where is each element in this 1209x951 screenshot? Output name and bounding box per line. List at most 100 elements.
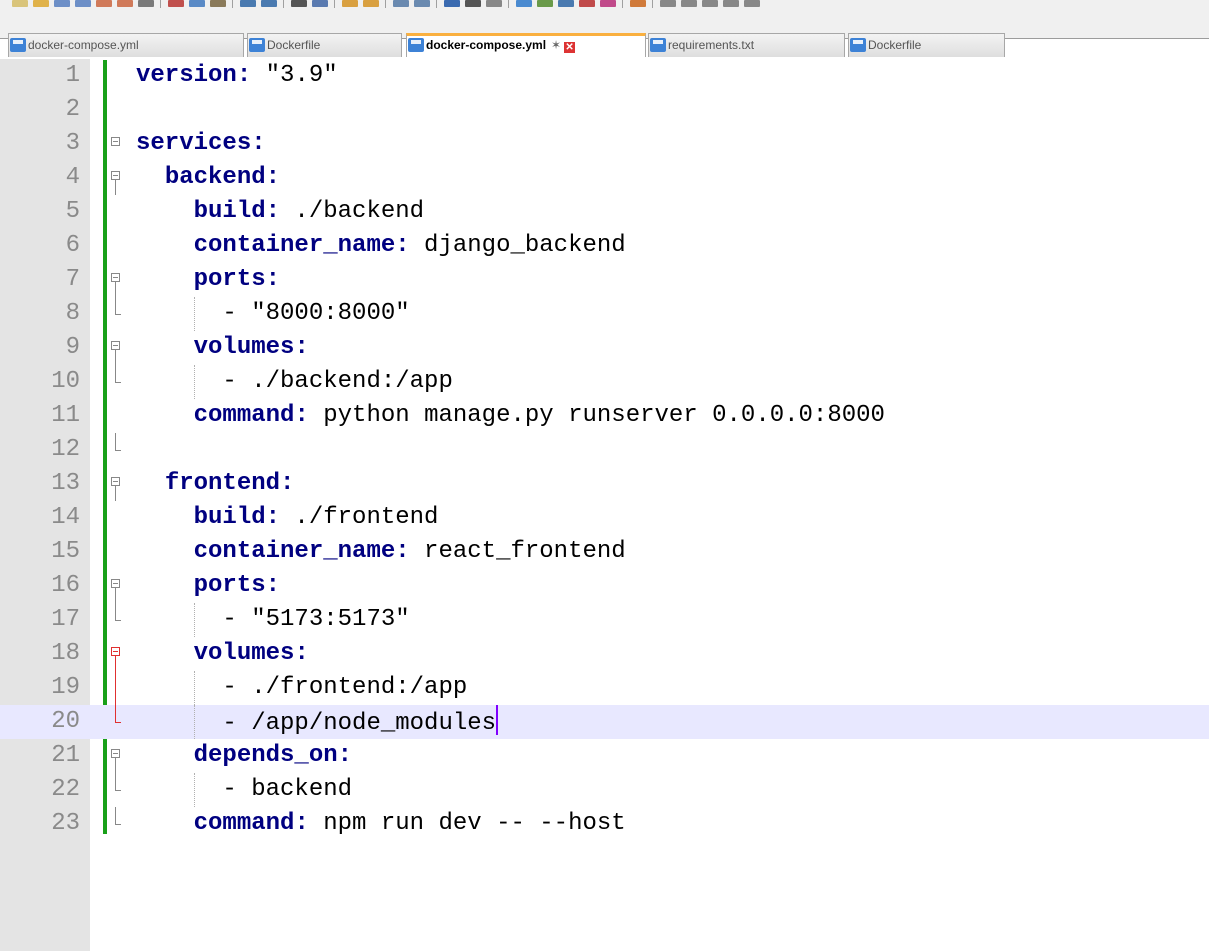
fold-marker[interactable] [108, 161, 124, 195]
code-line[interactable]: 6 container_name: django_backend [0, 229, 1209, 263]
code-text[interactable]: command: npm run dev -- --host [136, 807, 626, 841]
code-line[interactable]: 5 build: ./backend [0, 195, 1209, 229]
code-text[interactable]: - /app/node_modules [136, 705, 499, 741]
code-line[interactable]: 18 volumes: [0, 637, 1209, 671]
code-text[interactable]: volumes: [136, 331, 309, 365]
code-line[interactable]: 20 - /app/node_modules [0, 705, 1209, 739]
tab-dockerfile-1[interactable]: Dockerfile [247, 33, 402, 57]
open-file-icon[interactable] [33, 0, 49, 7]
cut-icon[interactable] [168, 0, 184, 7]
fold-marker[interactable] [108, 93, 124, 127]
zoom-out-icon[interactable] [363, 0, 379, 7]
fold-marker[interactable] [108, 705, 124, 739]
fold-toggle-icon[interactable] [111, 341, 120, 350]
copy-icon[interactable] [189, 0, 205, 7]
record-macro-icon[interactable] [630, 0, 646, 7]
tab-requirements[interactable]: requirements.txt [648, 33, 845, 57]
fold-marker[interactable] [108, 59, 124, 93]
paste-icon[interactable] [210, 0, 226, 7]
folder-workspace-icon[interactable] [579, 0, 595, 7]
code-line[interactable]: 13 frontend: [0, 467, 1209, 501]
code-text[interactable]: container_name: react_frontend [136, 535, 626, 569]
code-line[interactable]: 12 [0, 433, 1209, 467]
fold-marker[interactable] [108, 671, 124, 705]
fold-marker[interactable] [108, 195, 124, 229]
pin-icon[interactable]: ✶ [551, 38, 561, 52]
code-line[interactable]: 11 command: python manage.py runserver 0… [0, 399, 1209, 433]
code-line[interactable]: 8 - "8000:8000" [0, 297, 1209, 331]
find-icon[interactable] [291, 0, 307, 7]
fold-marker[interactable] [108, 467, 124, 501]
fold-marker[interactable] [108, 229, 124, 263]
code-line[interactable]: 9 volumes: [0, 331, 1209, 365]
fold-toggle-icon[interactable] [111, 749, 120, 758]
editor[interactable]: 1 version: "3.9" 2 3 services: 4 backend: 5 bu… [0, 59, 1209, 951]
fold-marker[interactable] [108, 739, 124, 773]
code-line[interactable]: 23 command: npm run dev -- --host [0, 807, 1209, 841]
fold-marker[interactable] [108, 433, 124, 467]
stop-macro-icon[interactable] [660, 0, 676, 7]
code-line[interactable]: 17 - "5173:5173" [0, 603, 1209, 637]
new-file-icon[interactable] [12, 0, 28, 7]
fold-toggle-icon[interactable] [111, 647, 120, 656]
fold-marker[interactable] [108, 297, 124, 331]
fold-marker[interactable] [108, 365, 124, 399]
code-text[interactable]: volumes: [136, 637, 309, 671]
doc-map-icon[interactable] [537, 0, 553, 7]
code-line[interactable]: 15 container_name: react_frontend [0, 535, 1209, 569]
code-text[interactable]: frontend: [136, 467, 295, 501]
code-line[interactable]: 16 ports: [0, 569, 1209, 603]
code-text[interactable]: container_name: django_backend [136, 229, 626, 263]
code-text[interactable]: build: ./backend [136, 195, 424, 229]
fold-marker[interactable] [108, 535, 124, 569]
zoom-in-icon[interactable] [342, 0, 358, 7]
code-text[interactable]: build: ./frontend [136, 501, 439, 535]
run-macro-multiple-icon[interactable] [702, 0, 718, 7]
word-wrap-icon[interactable] [444, 0, 460, 7]
fold-marker[interactable] [108, 569, 124, 603]
code-line[interactable]: 14 build: ./frontend [0, 501, 1209, 535]
close-icon[interactable] [96, 0, 112, 7]
undo-icon[interactable] [240, 0, 256, 7]
code-text[interactable]: command: python manage.py runserver 0.0.… [136, 399, 885, 433]
tab-docker-compose-active[interactable]: docker-compose.yml ✶ ✕ [406, 33, 646, 57]
language-icon[interactable] [516, 0, 532, 7]
code-text[interactable]: - ./frontend:/app [136, 671, 467, 705]
code-text[interactable]: - "5173:5173" [136, 603, 409, 637]
fold-toggle-icon[interactable] [111, 579, 120, 588]
close-all-icon[interactable] [117, 0, 133, 7]
code-text[interactable]: depends_on: [136, 739, 352, 773]
code-text[interactable]: ports: [136, 263, 280, 297]
code-text[interactable]: - "8000:8000" [136, 297, 409, 331]
code-text[interactable]: - backend [136, 773, 352, 807]
fold-toggle-icon[interactable] [111, 477, 120, 486]
code-text[interactable]: ports: [136, 569, 280, 603]
play-macro-icon[interactable] [681, 0, 697, 7]
fold-marker[interactable] [108, 501, 124, 535]
save-macro-icon[interactable] [723, 0, 739, 7]
fold-marker[interactable] [108, 399, 124, 433]
save-icon[interactable] [54, 0, 70, 7]
fold-toggle-icon[interactable] [111, 137, 120, 146]
fold-marker[interactable] [108, 331, 124, 365]
print-icon[interactable] [138, 0, 154, 7]
code-line[interactable]: 10 - ./backend:/app [0, 365, 1209, 399]
code-text[interactable]: services: [136, 127, 266, 161]
code-text[interactable]: - ./backend:/app [136, 365, 452, 399]
tab-dockerfile-2[interactable]: Dockerfile [848, 33, 1005, 57]
code-line[interactable]: 1 version: "3.9" [0, 59, 1209, 93]
code-line[interactable]: 19 - ./frontend:/app [0, 671, 1209, 705]
function-list-icon[interactable] [558, 0, 574, 7]
indent-guide-icon[interactable] [486, 0, 502, 7]
sync-vertical-icon[interactable] [393, 0, 409, 7]
monitoring-icon[interactable] [600, 0, 616, 7]
code-line[interactable]: 21 depends_on: [0, 739, 1209, 773]
save-all-icon[interactable] [75, 0, 91, 7]
code-line[interactable]: 2 [0, 93, 1209, 127]
replace-icon[interactable] [312, 0, 328, 7]
code-line[interactable]: 7 ports: [0, 263, 1209, 297]
fold-marker[interactable] [108, 637, 124, 671]
fold-marker[interactable] [108, 773, 124, 807]
fold-marker[interactable] [108, 127, 124, 161]
fold-marker[interactable] [108, 807, 124, 841]
